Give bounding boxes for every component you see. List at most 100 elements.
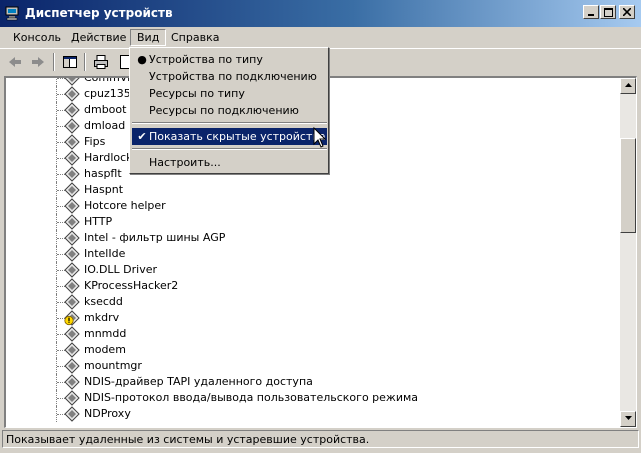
tree-item-label: mountmgr — [84, 359, 142, 372]
maximize-button[interactable] — [600, 5, 616, 19]
tree-item[interactable]: mkdrv — [6, 310, 620, 326]
print-button[interactable] — [91, 53, 111, 71]
status-text: Показывает удаленные из системы и устаре… — [2, 430, 639, 448]
forward-button[interactable] — [28, 53, 48, 71]
toolbar-separator — [84, 53, 86, 71]
device-icon — [64, 374, 80, 390]
view-menu-dropdown: ● Устройства по типу Устройства по подкл… — [129, 47, 329, 174]
tree-item[interactable]: IO.DLL Driver — [6, 262, 620, 278]
device-icon — [64, 182, 80, 198]
tree-item[interactable]: NDIS-протокол ввода/вывода пользовательс… — [6, 390, 620, 406]
tree-item[interactable]: KProcessHacker2 — [6, 278, 620, 294]
scroll-thumb[interactable] — [620, 138, 636, 233]
close-button[interactable] — [619, 5, 635, 19]
device-icon — [64, 214, 80, 230]
device-icon — [64, 390, 80, 406]
tree-item[interactable]: mountmgr — [6, 358, 620, 374]
view-by-connection-label: Устройства по подключению — [149, 70, 317, 83]
tree-item[interactable]: modem — [6, 342, 620, 358]
tree-item-label: NDProxy — [84, 407, 131, 420]
show-hide-tree-button[interactable] — [60, 53, 80, 71]
print-icon — [94, 55, 108, 69]
bullet-icon: ● — [137, 53, 147, 66]
menu-separator — [132, 122, 327, 124]
tree-item-label: mkdrv — [84, 311, 120, 324]
device-icon — [64, 278, 80, 294]
tree-item-label: Hardlock — [84, 151, 133, 164]
tree-item-label: ksecdd — [84, 295, 123, 308]
device-icon — [64, 134, 80, 150]
toolbar-separator — [53, 53, 55, 71]
forward-arrow-icon — [32, 57, 44, 67]
maximize-icon — [603, 8, 613, 17]
resources-by-connection-item[interactable]: Ресурсы по подключению — [132, 102, 327, 119]
title-bar[interactable]: Диспетчер устройств — [0, 0, 641, 27]
warning-device-icon — [64, 310, 80, 326]
close-icon — [623, 8, 631, 16]
tree-item-label: dmload — [84, 119, 126, 132]
view-by-connection-item[interactable]: Устройства по подключению — [132, 68, 327, 85]
tree-item-label: NDIS-протокол ввода/вывода пользовательс… — [84, 391, 419, 404]
minimize-icon — [588, 14, 594, 16]
device-icon — [64, 78, 80, 86]
window-title: Диспетчер устройств — [25, 6, 173, 20]
device-manager-window: Диспетчер устройств Консоль Действие Вид… — [0, 0, 641, 453]
device-icon — [64, 166, 80, 182]
mouse-cursor-icon — [313, 127, 327, 148]
device-icon — [64, 326, 80, 342]
show-hide-tree-icon — [63, 56, 77, 68]
view-by-type-label: Устройства по типу — [149, 53, 263, 66]
show-hidden-devices-item[interactable]: ✔ Показать скрытые устройства — [132, 128, 327, 145]
device-icon — [64, 150, 80, 166]
vertical-scrollbar[interactable] — [620, 78, 636, 427]
checkmark-icon: ✔ — [137, 130, 147, 143]
menu-console[interactable]: Консоль — [7, 29, 67, 46]
menu-bar: Консоль Действие Вид Справка — [0, 27, 641, 47]
tree-item-label: IntelIde — [84, 247, 126, 260]
device-icon — [64, 294, 80, 310]
device-icon — [64, 102, 80, 118]
menu-action[interactable]: Действие — [65, 29, 132, 46]
scroll-up-button[interactable] — [620, 78, 636, 94]
tree-item[interactable]: HTTP — [6, 214, 620, 230]
tree-item[interactable]: ksecdd — [6, 294, 620, 310]
back-arrow-icon — [9, 57, 21, 67]
back-button[interactable] — [5, 53, 25, 71]
tree-item[interactable]: NDIS-драйвер TAPI удаленного доступа — [6, 374, 620, 390]
resources-by-type-item[interactable]: Ресурсы по типу — [132, 85, 327, 102]
tree-item-label: KProcessHacker2 — [84, 279, 179, 292]
device-icon — [64, 358, 80, 374]
tree-item[interactable]: Hotcore helper — [6, 198, 620, 214]
view-by-type-item[interactable]: ● Устройства по типу — [132, 51, 327, 68]
tree-item[interactable]: NDProxy — [6, 406, 620, 422]
tree-item-label: Fips — [84, 135, 106, 148]
tree-item[interactable]: mnmdd — [6, 326, 620, 342]
resources-by-type-label: Ресурсы по типу — [149, 87, 245, 100]
resources-by-connection-label: Ресурсы по подключению — [149, 104, 299, 117]
tree-item[interactable]: Intel - фильтр шины AGP — [6, 230, 620, 246]
device-icon — [64, 86, 80, 102]
show-hidden-devices-label: Показать скрытые устройства — [149, 130, 326, 143]
tree-item-label: HTTP — [84, 215, 113, 228]
tree-item-label: NDIS-драйвер TAPI удаленного доступа — [84, 375, 313, 388]
tree-item-label: haspflt — [84, 167, 122, 180]
tree-item-label: cpuz135 — [84, 87, 131, 100]
device-manager-icon — [5, 6, 19, 21]
menu-separator — [132, 148, 327, 150]
tree-item[interactable]: IntelIde — [6, 246, 620, 262]
device-icon — [64, 118, 80, 134]
tree-item-label: Haspnt — [84, 183, 124, 196]
device-icon — [64, 198, 80, 214]
scroll-down-button[interactable] — [620, 411, 636, 427]
tree-item[interactable]: Haspnt — [6, 182, 620, 198]
tree-item-label: mnmdd — [84, 327, 127, 340]
menu-view[interactable]: Вид — [130, 29, 167, 46]
customize-item[interactable]: Настроить... — [132, 154, 327, 171]
minimize-button[interactable] — [583, 5, 599, 19]
device-icon — [64, 262, 80, 278]
arrow-down-icon — [624, 416, 632, 420]
tree-item-label: IO.DLL Driver — [84, 263, 158, 276]
device-icon — [64, 406, 80, 422]
menu-help[interactable]: Справка — [165, 29, 225, 46]
arrow-up-icon — [624, 83, 632, 87]
